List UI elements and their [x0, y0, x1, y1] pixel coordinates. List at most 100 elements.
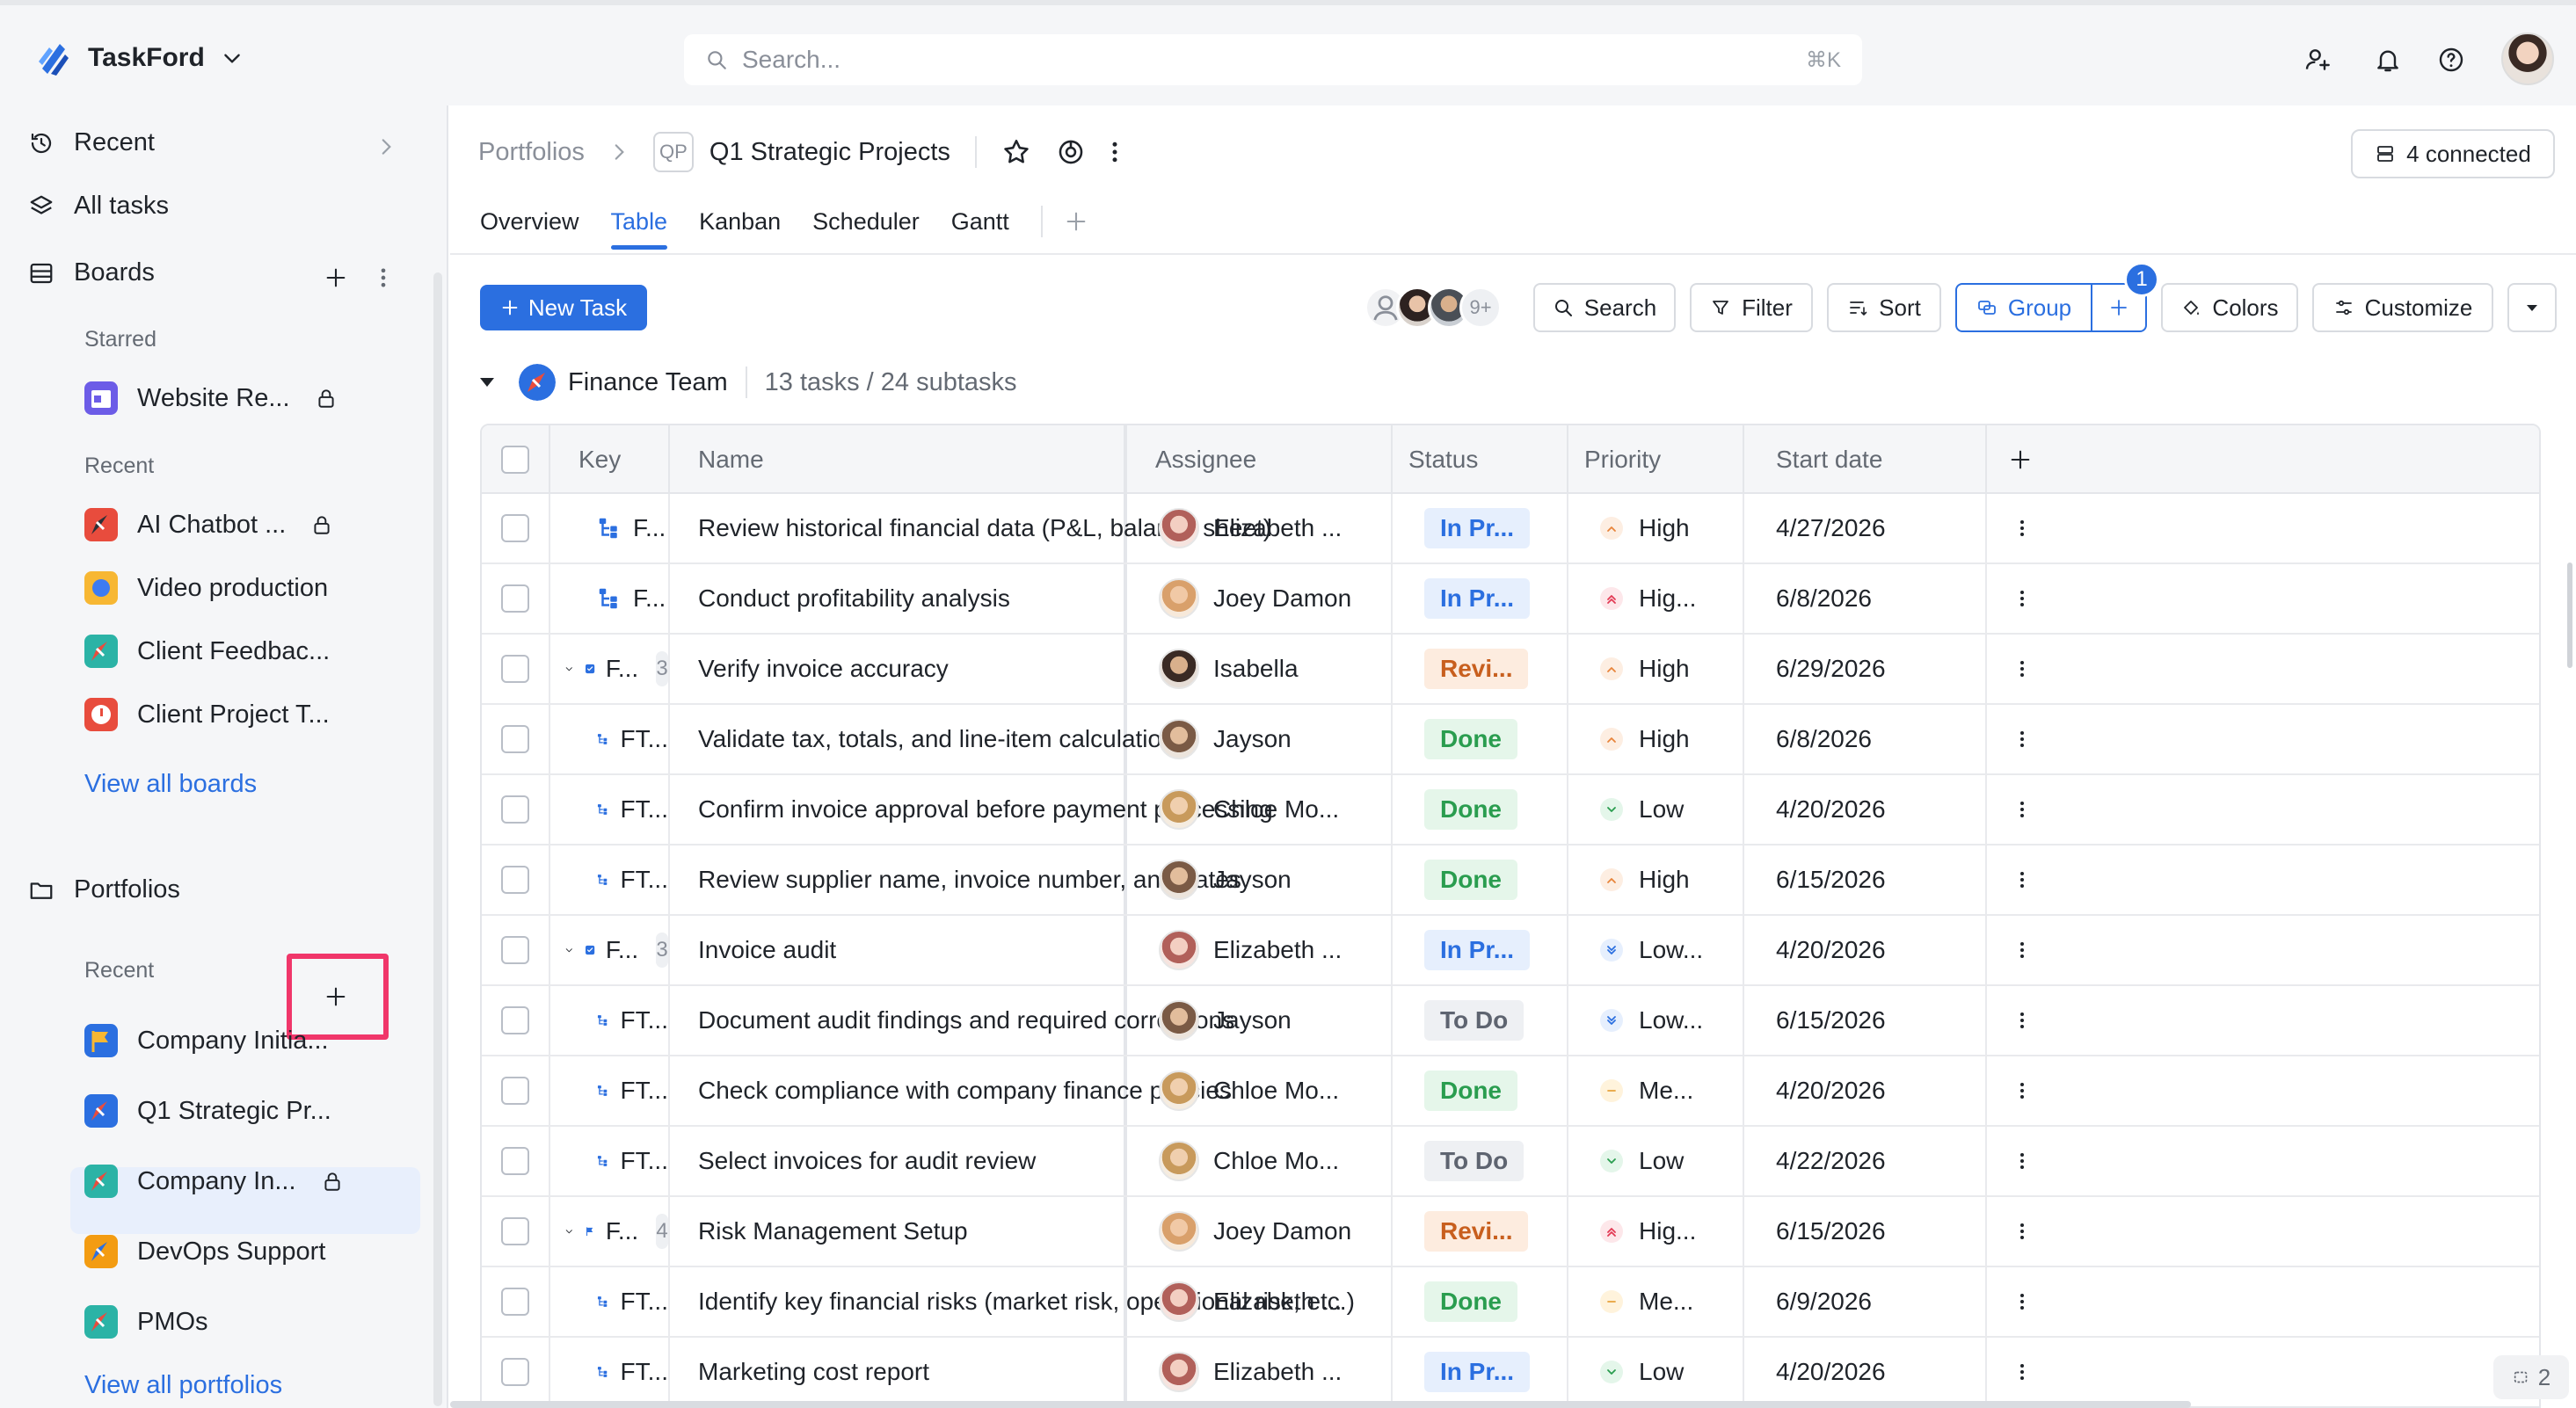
task-key[interactable]: FT...	[621, 866, 668, 894]
assignee-cell[interactable]: Isabella	[1127, 635, 1393, 703]
task-name[interactable]: Select invoices for audit review	[698, 1147, 1036, 1175]
priority-cell[interactable]: Hig...	[1568, 564, 1744, 633]
board-item-client-feedback[interactable]: Client Feedbac...	[84, 635, 330, 668]
row-checkbox[interactable]	[501, 655, 529, 683]
sidebar-item-all-tasks[interactable]: All tasks	[28, 192, 169, 221]
portfolio-item-company-in[interactable]: Company In...	[84, 1165, 344, 1198]
colors-button[interactable]: Colors	[2161, 283, 2298, 332]
board-item-ai-chatbot[interactable]: AI Chatbot ...	[84, 508, 333, 541]
task-name-cell[interactable]: Verify invoice accuracy	[670, 635, 1127, 703]
watch-icon[interactable]	[1056, 137, 1086, 167]
status-cell[interactable]: Done	[1393, 705, 1568, 773]
task-name[interactable]: Risk Management Setup	[698, 1217, 968, 1245]
row-checkbox[interactable]	[501, 1077, 529, 1105]
status-cell[interactable]: Done	[1393, 1267, 1568, 1336]
task-key[interactable]: F...	[633, 514, 666, 542]
row-checkbox[interactable]	[501, 584, 529, 613]
start-date-cell[interactable]: 6/9/2026	[1744, 1267, 1987, 1336]
assignee-cell[interactable]: Jayson	[1127, 705, 1393, 773]
sidebar-section-boards[interactable]: Boards	[28, 258, 155, 287]
task-key[interactable]: FT...	[621, 1006, 668, 1034]
assignee-cell[interactable]: Chloe Mo...	[1127, 1056, 1393, 1125]
expand-chevron-icon[interactable]	[564, 657, 574, 680]
table-row[interactable]: FT... Document audit findings and require…	[482, 986, 2539, 1056]
status-badge[interactable]: Done	[1424, 1071, 1517, 1111]
task-name-cell[interactable]: Document audit findings and required cor…	[670, 986, 1234, 1055]
table-row[interactable]: F... 3 Verify invoice accuracy Isabella Revi…	[482, 635, 2539, 705]
task-name-cell[interactable]: Confirm invoice approval before payment …	[670, 775, 1273, 844]
select-all-checkbox[interactable]	[501, 446, 529, 474]
assignee-cell[interactable]: Elizabeth ...	[1127, 1338, 1393, 1406]
assignee-cell[interactable]: Elizabeth ...	[1127, 916, 1393, 984]
status-cell[interactable]: Revi...	[1393, 635, 1568, 703]
priority-cell[interactable]: High	[1568, 635, 1744, 703]
start-date-cell[interactable]: 4/20/2026	[1744, 1056, 1987, 1125]
user-avatar[interactable]	[2501, 33, 2554, 85]
assignee-cell[interactable]: Elizabeth ...	[1127, 1267, 1393, 1336]
priority-cell[interactable]: Low...	[1568, 986, 1744, 1055]
start-date-cell[interactable]: 6/15/2026	[1744, 1197, 1987, 1266]
status-cell[interactable]: Done	[1393, 1056, 1568, 1125]
tab-kanban[interactable]: Kanban	[699, 208, 781, 236]
add-view-plus-icon[interactable]	[1064, 209, 1088, 234]
status-badge[interactable]: In Pr...	[1424, 508, 1531, 548]
start-date-cell[interactable]: 6/8/2026	[1744, 705, 1987, 773]
task-name-cell[interactable]: Conduct profitability analysis	[670, 564, 1127, 633]
tab-scheduler[interactable]: Scheduler	[812, 208, 920, 236]
more-vertical-icon[interactable]	[2019, 517, 2026, 540]
more-vertical-icon[interactable]	[1110, 137, 1119, 167]
row-checkbox[interactable]	[501, 1288, 529, 1316]
task-name-cell[interactable]: Review historical financial data (P&L, b…	[670, 494, 1271, 562]
status-cell[interactable]: In Pr...	[1393, 916, 1568, 984]
sidebar-item-recent[interactable]: Recent	[28, 128, 397, 157]
task-name[interactable]: Marketing cost report	[698, 1358, 929, 1386]
column-header-key[interactable]: Key	[550, 425, 670, 494]
start-date-cell[interactable]: 6/8/2026	[1744, 564, 1987, 633]
task-name-cell[interactable]: Identify key financial risks (market ris…	[670, 1267, 1355, 1336]
status-badge[interactable]: In Pr...	[1424, 930, 1531, 970]
priority-cell[interactable]: High	[1568, 705, 1744, 773]
board-item-client-project[interactable]: Client Project T...	[84, 698, 330, 731]
sort-button[interactable]: Sort	[1827, 283, 1941, 332]
more-vertical-icon[interactable]	[2019, 587, 2026, 610]
add-portfolio-plus-icon[interactable]	[324, 984, 348, 1009]
status-badge[interactable]: Done	[1424, 860, 1517, 900]
task-key[interactable]: F...	[606, 936, 638, 964]
more-vertical-icon[interactable]	[2019, 1361, 2026, 1383]
search-button[interactable]: Search	[1533, 283, 1676, 332]
star-icon[interactable]	[1001, 137, 1031, 167]
status-cell[interactable]: Done	[1393, 775, 1568, 844]
task-key[interactable]: FT...	[621, 1358, 668, 1386]
row-checkbox[interactable]	[501, 866, 529, 894]
status-badge[interactable]: Done	[1424, 789, 1517, 830]
task-name[interactable]: Verify invoice accuracy	[698, 655, 949, 683]
priority-cell[interactable]: Me...	[1568, 1056, 1744, 1125]
status-badge[interactable]: Revi...	[1424, 649, 1529, 689]
column-header-name[interactable]: Name	[670, 425, 1127, 494]
more-vertical-icon[interactable]	[2019, 868, 2026, 891]
task-name[interactable]: Invoice audit	[698, 936, 836, 964]
group-button[interactable]: Group	[1955, 283, 2092, 332]
tab-overview[interactable]: Overview	[480, 208, 579, 236]
status-cell[interactable]: Done	[1393, 846, 1568, 914]
row-checkbox[interactable]	[501, 795, 529, 824]
assignee-cell[interactable]: Chloe Mo...	[1127, 775, 1393, 844]
priority-cell[interactable]: Low	[1568, 775, 1744, 844]
sidebar-scrollbar[interactable]	[433, 272, 442, 1406]
start-date-cell[interactable]: 6/15/2026	[1744, 986, 1987, 1055]
task-key[interactable]: F...	[606, 1217, 638, 1245]
row-checkbox[interactable]	[501, 1358, 529, 1386]
global-search[interactable]: ⌘K	[684, 34, 1862, 85]
priority-cell[interactable]: Low...	[1568, 916, 1744, 984]
row-checkbox[interactable]	[501, 725, 529, 753]
board-item-video-production[interactable]: Video production	[84, 571, 328, 605]
table-row[interactable]: F... Conduct profitability analysis Joey D…	[482, 564, 2539, 635]
task-name-cell[interactable]: Invoice audit	[670, 916, 1127, 984]
more-vertical-icon[interactable]	[2019, 657, 2026, 680]
tab-table[interactable]: Table	[610, 208, 667, 250]
task-key[interactable]: F...	[606, 655, 638, 683]
notifications-bell-icon[interactable]	[2374, 46, 2402, 74]
table-horizontal-scrollbar[interactable]	[450, 1401, 2191, 1408]
customize-button[interactable]: Customize	[2312, 283, 2493, 332]
status-badge[interactable]: In Pr...	[1424, 578, 1531, 619]
